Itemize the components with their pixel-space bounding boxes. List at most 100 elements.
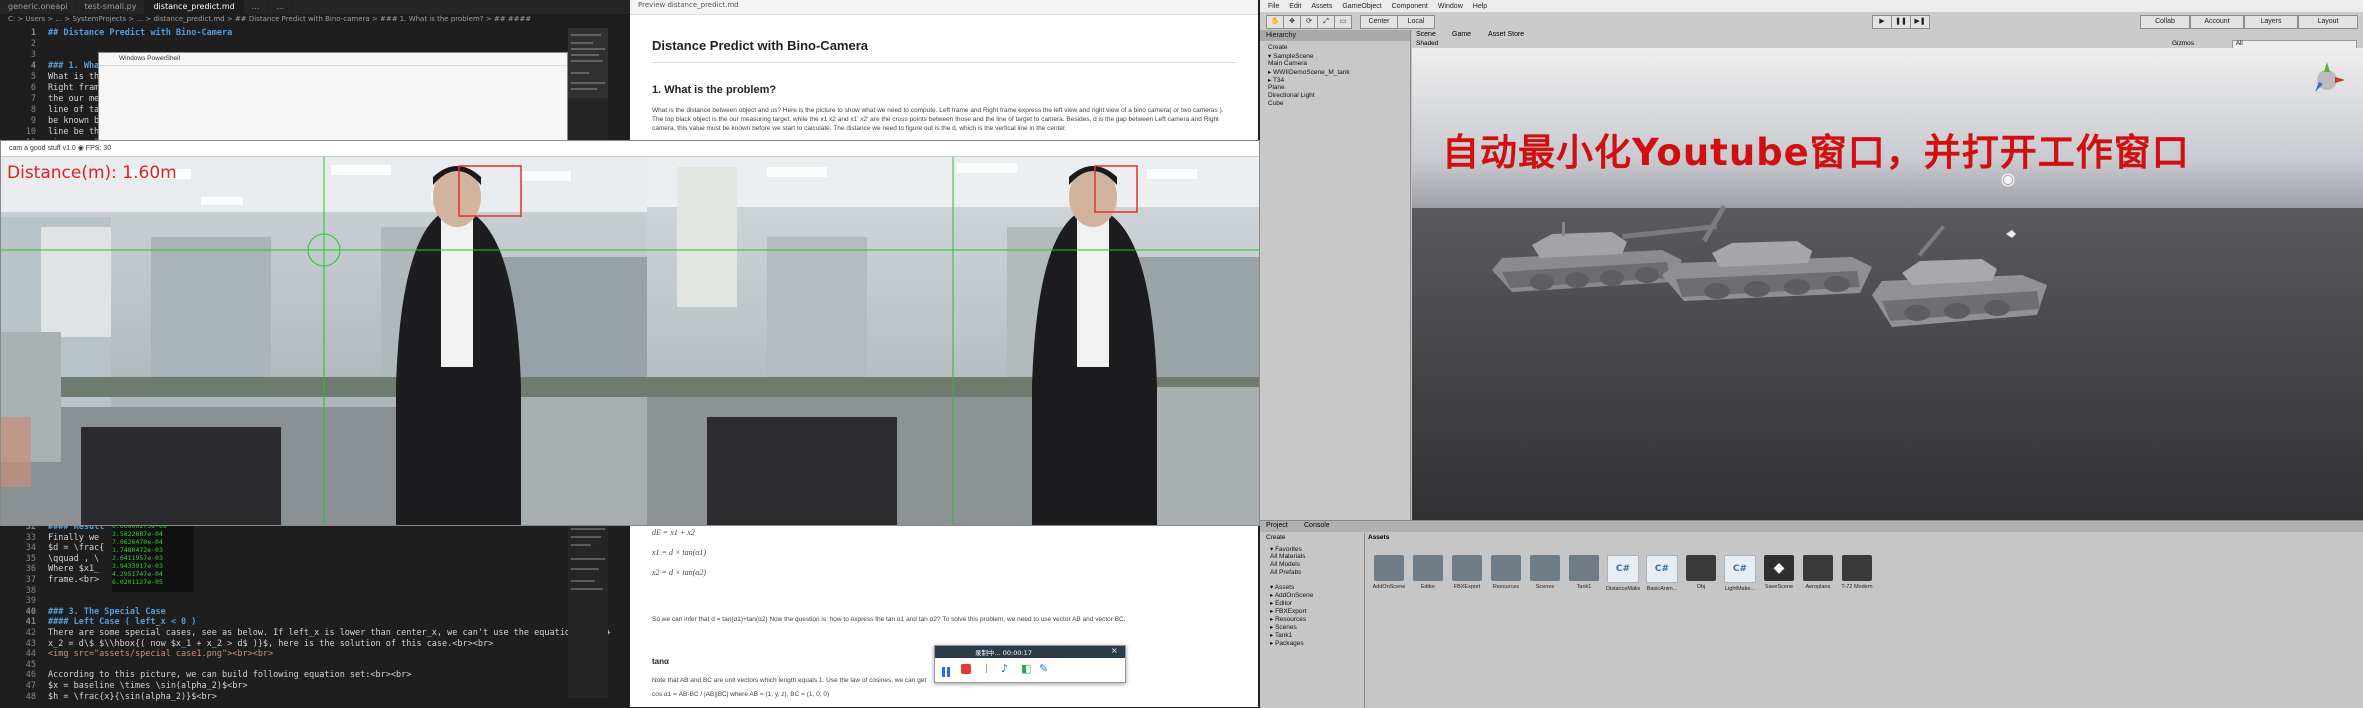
favorites-item[interactable]: All Models [1270, 561, 1300, 568]
assets-tree-item[interactable]: ▸ Scenes [1270, 623, 1297, 631]
code-line[interactable]: 45 [0, 660, 48, 671]
menu-file[interactable]: File [1268, 3, 1279, 10]
editor-tab[interactable]: generic.oneapi [0, 0, 77, 14]
assets-tree-item[interactable]: ▾ Assets [1270, 583, 1294, 591]
asset-item-model[interactable]: T-72 Modern [1840, 555, 1874, 590]
asset-item-folder[interactable]: AddOnScene [1372, 555, 1406, 590]
pen-icon[interactable]: ✎ [1039, 662, 1048, 675]
scene-orientation-gizmo[interactable] [2315, 62, 2345, 92]
asset-item-model[interactable]: Obj [1684, 555, 1718, 590]
code-line[interactable]: 43 x_2 = d\$ $\\hbox{( now $x_1 + x_2 > d… [0, 639, 493, 650]
tank-model[interactable] [1872, 225, 2047, 327]
code-line[interactable]: 37 frame.<br> [0, 575, 99, 586]
camera-gizmo[interactable] [2006, 230, 2016, 238]
menu-assets[interactable]: Assets [1311, 3, 1332, 10]
layout-dropdown[interactable]: Layout [2298, 15, 2358, 29]
stop-icon[interactable] [961, 664, 971, 674]
assets-breadcrumb[interactable]: Assets [1368, 534, 1389, 541]
editor-tab[interactable]: ... [244, 0, 269, 14]
code-line[interactable]: 47 $x = baseline \times \sin(alpha_2)$<br… [0, 681, 248, 692]
asset-item-script[interactable]: C# LightMake... [1723, 555, 1757, 592]
assets-tree-item[interactable]: ▸ AddOnScene [1270, 591, 1313, 599]
code-line[interactable]: 46 According to this picture, we can buil… [0, 670, 412, 681]
code-line[interactable]: 35 \qquad , \ [0, 554, 99, 565]
code-line[interactable]: 48 $h = \frac{x}{\sin(alpha_2)}$<br> [0, 692, 217, 703]
code-line[interactable]: 6 Right frame [0, 83, 104, 94]
code-line[interactable]: 10 line be the [0, 127, 105, 138]
assets-tree-item[interactable]: ▸ FBXExport [1270, 607, 1307, 615]
asset-item-unity[interactable]: ◆ SaveScene [1762, 555, 1796, 590]
asset-item-script[interactable]: C# DistanceMake [1606, 555, 1640, 592]
menu-gameobject[interactable]: GameObject [1342, 3, 1381, 10]
rotate-tool-button[interactable]: ⟳ [1300, 15, 1318, 29]
hierarchy-tab[interactable]: Hierarchy [1260, 30, 1410, 41]
stereo-camera-window[interactable]: cam a good stuff v1.0 ◉ FPS: 30 Distance… [0, 140, 1260, 526]
assets-tree-item[interactable]: ▸ Resources [1270, 615, 1306, 623]
code-line[interactable]: 9 be known be [0, 116, 104, 127]
code-line[interactable]: 40 ### 3. The Special Case [0, 607, 166, 618]
hierarchy-create-button[interactable]: Create [1268, 44, 1288, 51]
pause-icon[interactable] [941, 663, 951, 677]
pivot-local-button[interactable]: Local [1397, 15, 1435, 29]
microphone-icon[interactable]: ♪ [1001, 662, 1008, 675]
menu-window[interactable]: Window [1438, 3, 1463, 10]
pivot-center-button[interactable]: Center [1360, 15, 1398, 29]
scene-view[interactable]: Scene Game Asset Store Shaded Gizmos All [1412, 30, 2363, 520]
code-line[interactable]: 44 <img src="assets/special case1.png"><b… [0, 649, 273, 660]
play-button[interactable]: ▶ [1872, 15, 1892, 29]
code-line[interactable]: 33 Finally we [0, 533, 99, 544]
terminal-window[interactable]: Windows PowerShell [98, 52, 568, 144]
asset-item-model[interactable]: Aeroplane [1801, 555, 1835, 590]
hand-tool-button[interactable]: ✋ [1266, 15, 1284, 29]
hierarchy-item[interactable]: ▾ SampleScene [1268, 52, 1314, 60]
tab-project[interactable]: Project [1266, 522, 1288, 529]
pause-button[interactable]: ❚❚ [1891, 15, 1911, 29]
tab-console[interactable]: Console [1304, 522, 1330, 529]
menu-edit[interactable]: Edit [1289, 3, 1301, 10]
code-line[interactable]: 7 the our mea [0, 94, 104, 105]
code-line[interactable]: 8 line of tar [0, 105, 104, 116]
favorites-item[interactable]: All Materials [1270, 553, 1305, 560]
hierarchy-item[interactable]: Cube [1268, 100, 1284, 107]
favorites-item[interactable]: ▾ Favorites [1270, 545, 1302, 553]
code-line[interactable]: 36 Where $x1_ [0, 564, 99, 575]
hierarchy-item[interactable]: Directional Light [1268, 92, 1315, 99]
asset-item-folder[interactable]: Editor [1411, 555, 1445, 590]
hierarchy-item[interactable]: Main Camera [1268, 60, 1307, 67]
code-line[interactable]: 2 [0, 39, 48, 50]
scale-tool-button[interactable]: ⤢ [1317, 15, 1335, 29]
asset-item-folder[interactable]: Scenes [1528, 555, 1562, 590]
code-line[interactable]: 5 What is the [0, 72, 104, 83]
close-icon[interactable]: × [1111, 646, 1118, 655]
asset-item-folder[interactable]: Resources [1489, 555, 1523, 590]
assets-tree-item[interactable]: ▸ Packages [1270, 639, 1304, 647]
assets-tree-item[interactable]: ▸ Editor [1270, 599, 1292, 607]
code-line[interactable]: 41 #### Left Case ( left_x < 0 ) [0, 617, 197, 628]
screen-recorder-toolbar[interactable]: 录制中... 00:00:17 × | ♪ ◧ ✎ [934, 645, 1126, 683]
menu-help[interactable]: Help [1473, 3, 1487, 10]
hierarchy-item[interactable]: Plane [1268, 84, 1285, 91]
editor-tab-active[interactable]: distance_predict.md [145, 0, 244, 14]
breadcrumb[interactable]: C: > Users > ... > SystemProjects > ... … [0, 14, 630, 27]
camera-icon[interactable]: ◧ [1021, 662, 1031, 675]
preview-tab[interactable]: Preview distance_predict.md [630, 0, 1258, 15]
move-tool-button[interactable]: ✥ [1283, 15, 1301, 29]
code-line[interactable]: 39 [0, 596, 48, 607]
step-button[interactable]: ▶❚ [1910, 15, 1930, 29]
account-button[interactable]: Account [2190, 15, 2244, 29]
code-line[interactable]: 42 There are some special cases, see as b… [0, 628, 611, 639]
asset-item-folder[interactable]: FBXExport [1450, 555, 1484, 590]
rect-tool-button[interactable]: ▭ [1334, 15, 1352, 29]
assets-tree-item[interactable]: ▸ Tank1 [1270, 631, 1292, 639]
editor-tab[interactable]: test-small.py [77, 0, 146, 14]
code-line[interactable]: 34 $d = \frac{ [0, 543, 105, 554]
hierarchy-item[interactable]: ▸ T34 [1268, 76, 1284, 84]
favorites-item[interactable]: All Prefabs [1270, 569, 1301, 576]
code-line[interactable]: 1 ## Distance Predict with Bino-Camera [0, 28, 232, 39]
asset-item-folder[interactable]: Tank1 [1567, 555, 1601, 590]
project-create-button[interactable]: Create [1266, 534, 1286, 541]
collab-button[interactable]: Collab [2140, 15, 2190, 29]
menu-component[interactable]: Component [1392, 3, 1428, 10]
code-line[interactable]: 38 [0, 586, 48, 597]
layers-dropdown[interactable]: Layers [2244, 15, 2298, 29]
